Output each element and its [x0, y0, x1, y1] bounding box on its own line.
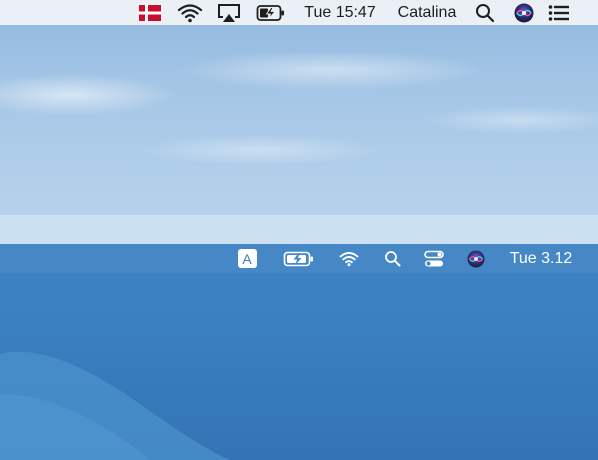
battery-charging-icon — [283, 251, 313, 266]
battery-menu[interactable] — [282, 244, 316, 273]
input-source-menu[interactable]: A — [236, 244, 258, 273]
battery-menu[interactable] — [255, 0, 287, 25]
notification-center-icon — [548, 4, 569, 21]
menu-clock[interactable]: Tue 3.12 — [503, 244, 579, 273]
wifi-icon — [177, 3, 203, 22]
airplay-menu[interactable] — [216, 0, 242, 25]
user-switcher[interactable]: Catalina — [392, 0, 462, 25]
control-center-icon — [424, 250, 444, 266]
search-icon — [476, 3, 495, 22]
input-source-indicator: A — [237, 249, 257, 268]
spotlight-button[interactable] — [474, 0, 496, 25]
big-sur-menu-bar: A Tue 3.12 — [0, 244, 598, 273]
input-source-menu[interactable] — [138, 0, 162, 25]
menu-clock[interactable]: Tue 15:47 — [300, 0, 380, 25]
catalina-menu-bar: Tue 15:47 Catalina — [0, 0, 598, 25]
airplay-icon — [218, 3, 240, 22]
denmark-flag-icon — [139, 4, 161, 21]
wifi-menu[interactable] — [176, 0, 204, 25]
battery-charging-icon — [256, 4, 284, 21]
big-sur-desktop: A Tue 3.12 — [0, 244, 598, 460]
siri-icon — [514, 3, 534, 22]
wifi-menu[interactable] — [338, 244, 360, 273]
wallpaper-wave — [0, 351, 230, 460]
catalina-desktop: Tue 15:47 Catalina — [0, 0, 598, 215]
screen: Tue 15:47 Catalina A Tue 3.12 — [0, 0, 598, 460]
siri-icon — [467, 250, 485, 267]
control-center-button[interactable] — [423, 244, 445, 273]
wifi-icon — [339, 251, 359, 266]
siri-button[interactable] — [513, 0, 535, 25]
notification-center-button[interactable] — [547, 0, 571, 25]
search-icon — [384, 251, 400, 267]
spotlight-button[interactable] — [382, 244, 402, 273]
panel-divider — [0, 215, 598, 244]
siri-button[interactable] — [466, 244, 486, 273]
